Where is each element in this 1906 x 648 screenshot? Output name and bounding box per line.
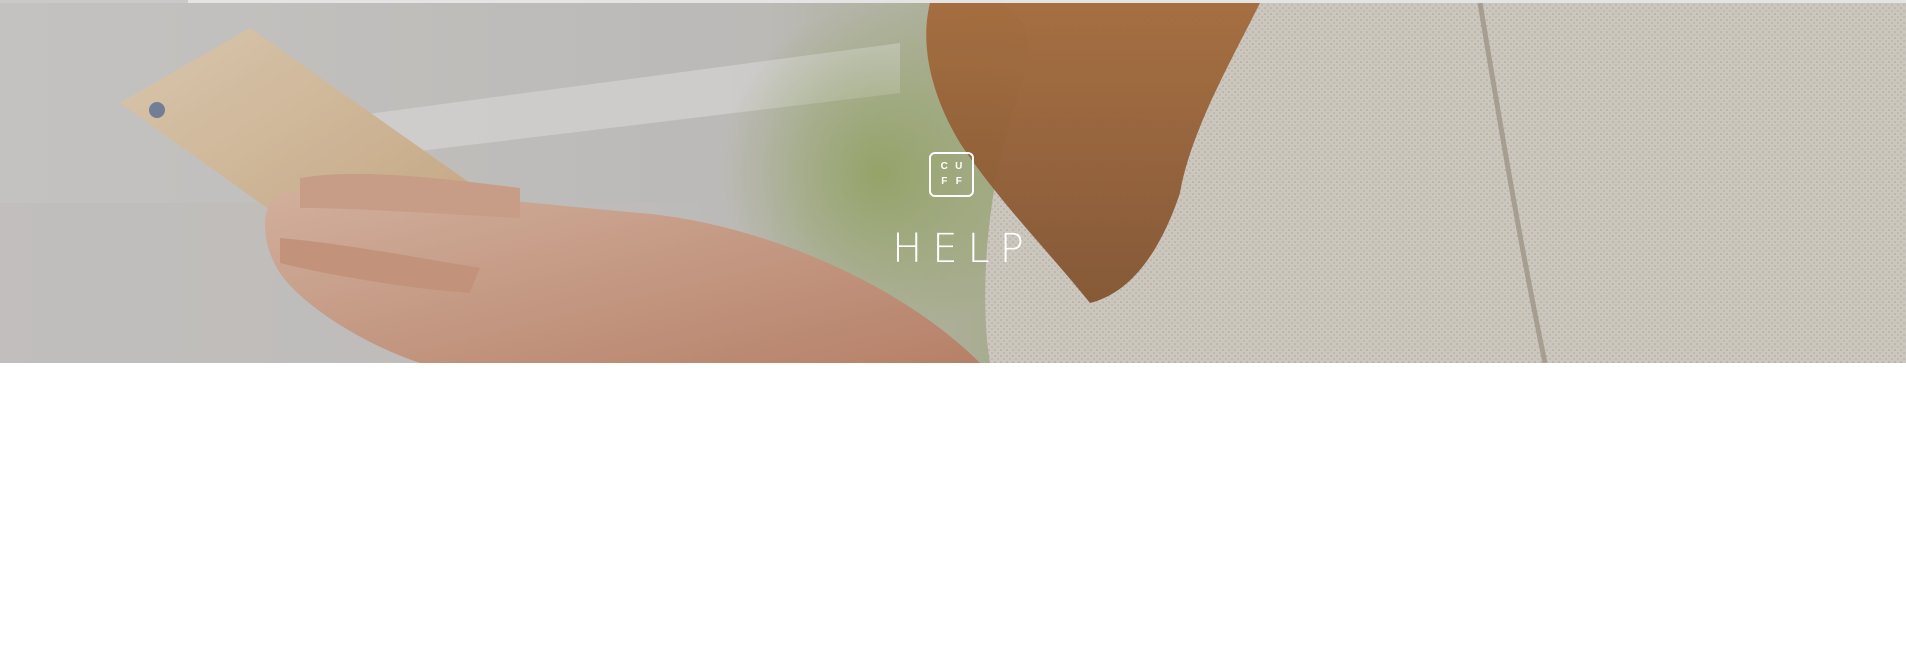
- main-content-area: [0, 363, 1906, 648]
- cuff-logo[interactable]: C U F F: [929, 152, 974, 197]
- logo-letter-u: U: [955, 161, 963, 173]
- logo-letter-f-2: F: [955, 175, 962, 187]
- logo-letter-c: C: [940, 161, 948, 173]
- page-title: HELP: [892, 226, 1034, 272]
- help-page: C U F F HELP: [0, 0, 1906, 648]
- logo-letter-f: F: [941, 175, 948, 187]
- hero-branding: C U F F HELP: [0, 3, 1906, 363]
- hero-banner: C U F F HELP: [0, 3, 1906, 363]
